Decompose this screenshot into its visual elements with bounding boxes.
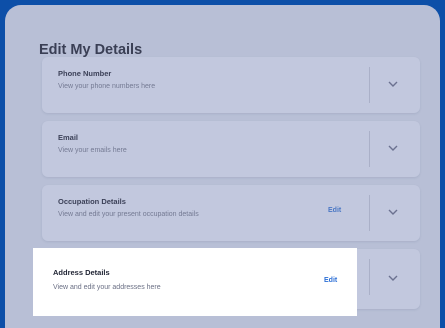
occupation-details-section[interactable]: Occupation Details View and edit your pr… — [42, 185, 420, 241]
section-description: View your emails here — [58, 147, 127, 154]
chevron-down-icon[interactable] — [386, 141, 400, 155]
page-title: Edit My Details — [39, 42, 143, 58]
section-description: View and edit your present occupation de… — [58, 211, 199, 218]
section-title: Phone Number — [58, 69, 112, 78]
divider — [369, 131, 370, 167]
chevron-down-icon[interactable] — [386, 271, 400, 285]
section-description: View your phone numbers here — [58, 83, 156, 90]
phone-number-section[interactable]: Phone Number View your phone numbers her… — [42, 57, 420, 113]
section-title: Email — [58, 133, 79, 142]
section-title: Occupation Details — [58, 197, 126, 206]
chevron-down-icon[interactable] — [386, 77, 400, 91]
divider — [369, 195, 370, 231]
edit-address-link[interactable]: Edit — [324, 277, 337, 284]
divider — [369, 259, 370, 295]
section-title: Address Details — [53, 268, 110, 277]
chevron-down-icon[interactable] — [386, 205, 400, 219]
edit-occupation-link[interactable]: Edit — [328, 207, 341, 214]
divider — [369, 67, 370, 103]
section-description: View and edit your addresses here — [53, 284, 161, 291]
address-details-highlight[interactable]: Address Details View and edit your addre… — [33, 248, 357, 316]
email-section[interactable]: Email View your emails here — [42, 121, 420, 177]
